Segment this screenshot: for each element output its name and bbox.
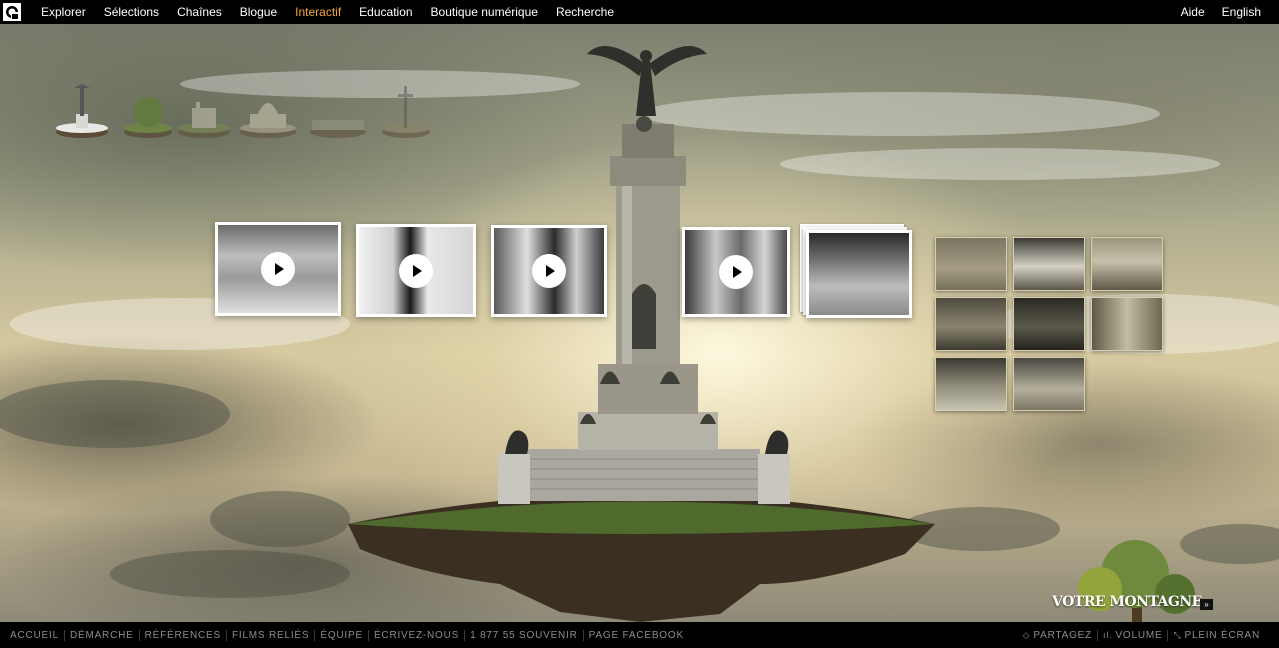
- nav-recherche[interactable]: Recherche: [547, 5, 623, 19]
- footer-demarche[interactable]: DÉMARCHE: [63, 629, 139, 641]
- photo-stack[interactable]: [806, 230, 912, 318]
- video-thumbnail-3[interactable]: [491, 225, 607, 317]
- photo-thumb-7[interactable]: [935, 357, 1007, 411]
- nav-chaines[interactable]: Chaînes: [168, 5, 231, 19]
- nav-blogue[interactable]: Blogue: [231, 5, 286, 19]
- footer-bar: ACCUEIL DÉMARCHE RÉFÉRENCES FILMS RELIÉS…: [0, 622, 1279, 648]
- nav-boutique[interactable]: Boutique numérique: [422, 5, 547, 19]
- section-next-button[interactable]: »: [1200, 599, 1213, 610]
- island-platform-thumb[interactable]: [308, 80, 368, 144]
- share-label: PARTAGEZ: [1033, 629, 1093, 641]
- monument-stairs: [520, 449, 760, 501]
- island-monument-thumb[interactable]: [52, 80, 112, 144]
- photo-thumb-4[interactable]: [935, 297, 1007, 351]
- right-lion-statue: [765, 430, 789, 454]
- island-ruins-thumb[interactable]: [174, 80, 234, 144]
- play-icon[interactable]: [532, 254, 566, 288]
- nav-right: Aide English: [1164, 0, 1261, 24]
- right-pedestal: [758, 454, 790, 504]
- nav-english[interactable]: English: [1222, 5, 1261, 19]
- footer-equipe[interactable]: ÉQUIPE: [314, 629, 368, 641]
- nav-education[interactable]: Education: [350, 5, 421, 19]
- share-icon: ◇: [1022, 629, 1031, 640]
- left-lion-statue: [505, 430, 529, 454]
- photo-thumb-5[interactable]: [1013, 297, 1085, 351]
- nav-explorer[interactable]: Explorer: [32, 5, 95, 19]
- footer-ecrivez-nous[interactable]: ÉCRIVEZ-NOUS: [367, 629, 464, 641]
- fullscreen-button[interactable]: ⤡ PLEIN ÉCRAN: [1167, 629, 1265, 641]
- nav-aide[interactable]: Aide: [1181, 5, 1205, 19]
- volume-button[interactable]: ıl. VOLUME: [1097, 629, 1167, 641]
- island-selector: [52, 80, 442, 144]
- main-nav: Explorer Sélections Chaînes Blogue Inter…: [32, 0, 623, 24]
- island-tree-thumb[interactable]: [118, 80, 178, 144]
- video-thumbnail-4[interactable]: [682, 227, 790, 317]
- footer-links: ACCUEIL DÉMARCHE RÉFÉRENCES FILMS RELIÉS…: [5, 622, 689, 648]
- photo-thumb-3[interactable]: [1091, 237, 1163, 291]
- photo-thumb-8[interactable]: [1013, 357, 1085, 411]
- photo-thumb-6[interactable]: [1091, 297, 1163, 351]
- left-pedestal: [498, 454, 530, 504]
- top-navigation-bar: Explorer Sélections Chaînes Blogue Inter…: [0, 0, 1279, 24]
- photo-thumb-1[interactable]: [935, 237, 1007, 291]
- fullscreen-icon: ⤡: [1173, 629, 1182, 640]
- interactive-stage: VOTRE MONTAGNE »: [0, 24, 1279, 622]
- video-thumbnail-2[interactable]: [356, 224, 476, 317]
- footer-phone[interactable]: 1 877 55 SOUVENIR: [464, 629, 583, 641]
- fullscreen-label: PLEIN ÉCRAN: [1184, 629, 1260, 641]
- column-statue: [632, 284, 656, 349]
- footer-controls: ◇ PARTAGEZ ıl. VOLUME ⤡ PLEIN ÉCRAN: [1018, 622, 1265, 648]
- nav-selections[interactable]: Sélections: [95, 5, 168, 19]
- footer-films-relies[interactable]: FILMS RELIÉS: [225, 629, 314, 641]
- footer-references[interactable]: RÉFÉRENCES: [138, 629, 226, 641]
- play-icon[interactable]: [261, 252, 295, 286]
- footer-accueil[interactable]: ACCUEIL: [5, 630, 64, 641]
- play-icon[interactable]: [719, 255, 753, 289]
- photo-thumb-2[interactable]: [1013, 237, 1085, 291]
- play-icon[interactable]: [399, 253, 433, 288]
- share-button[interactable]: ◇ PARTAGEZ: [1018, 630, 1097, 641]
- volume-icon: ıl.: [1103, 630, 1113, 640]
- video-thumbnail-1[interactable]: [215, 222, 341, 316]
- nav-interactif[interactable]: Interactif: [286, 5, 350, 19]
- footer-facebook[interactable]: PAGE FACEBOOK: [582, 629, 689, 641]
- section-title: VOTRE MONTAGNE: [1052, 594, 1202, 610]
- volume-label: VOLUME: [1115, 629, 1163, 641]
- island-dome-thumb[interactable]: [238, 80, 298, 144]
- island-cross-thumb[interactable]: [376, 80, 436, 144]
- nfb-logo-icon[interactable]: [3, 3, 21, 21]
